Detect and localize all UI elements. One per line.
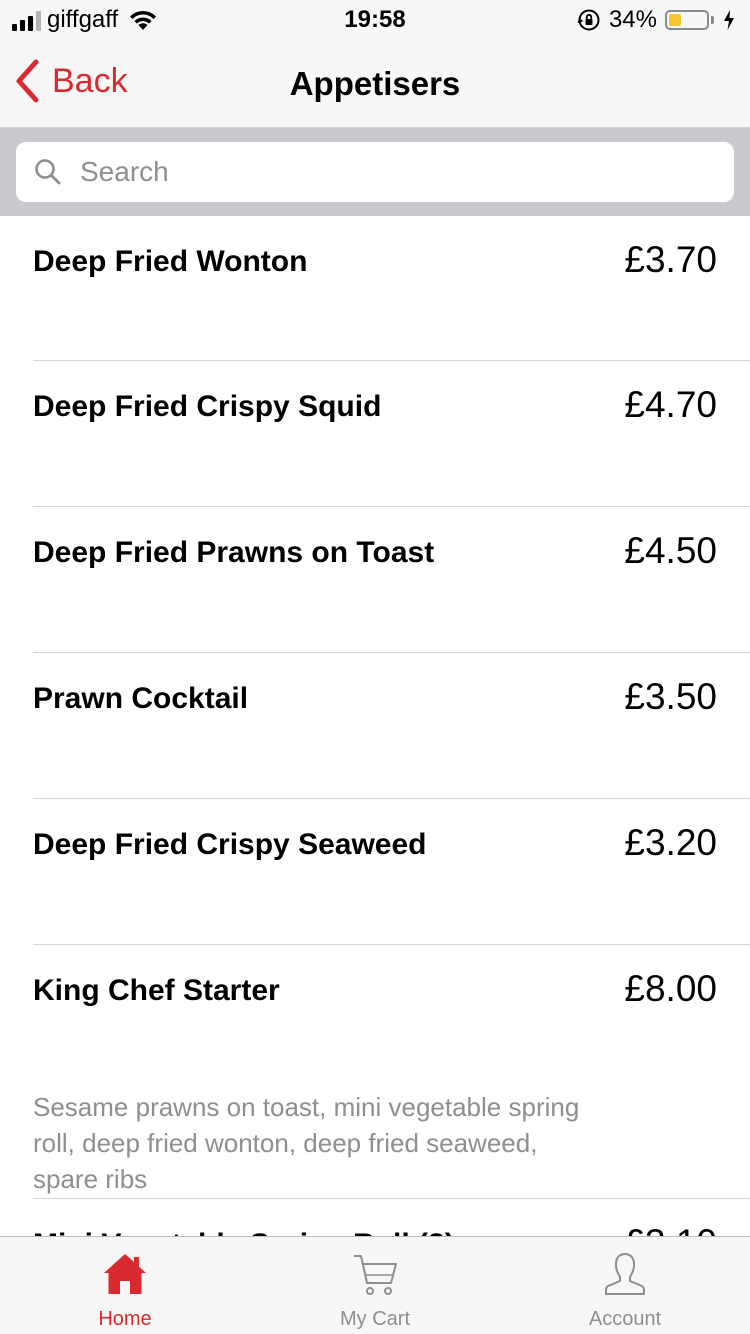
menu-item-list[interactable]: Deep Fried Wonton £3.70 Deep Fried Crisp…	[0, 216, 750, 1236]
item-name: King Chef Starter	[33, 974, 280, 1007]
tab-label: My Cart	[340, 1308, 410, 1330]
navigation-bar: Back Appetisers	[0, 40, 750, 128]
item-price: £3.10	[624, 1223, 717, 1237]
item-name: Prawn Cocktail	[33, 682, 249, 715]
item-name: Deep Fried Crispy Squid	[33, 390, 382, 423]
battery-level-fill	[669, 14, 681, 26]
item-price: £3.20	[624, 822, 717, 863]
menu-item[interactable]: Deep Fried Prawns on Toast £4.50	[0, 507, 750, 653]
item-name: Deep Fried Crispy Seaweed	[33, 828, 427, 861]
tab-label: Home	[98, 1308, 152, 1330]
account-icon	[605, 1253, 645, 1295]
search-icon	[35, 159, 61, 185]
tab-my-cart[interactable]: My Cart	[250, 1237, 500, 1334]
menu-item[interactable]: Deep Fried Wonton £3.70	[0, 216, 750, 361]
item-price: £8.00	[624, 968, 717, 1009]
tab-home[interactable]: Home	[0, 1237, 250, 1334]
tab-label: Account	[588, 1308, 662, 1330]
status-right: 34%	[577, 6, 736, 34]
item-name: Deep Fried Wonton	[33, 245, 308, 278]
item-price: £4.50	[624, 530, 717, 571]
rotation-lock-icon	[577, 9, 600, 31]
status-bar: giffgaff 19:58 34%	[0, 0, 750, 40]
item-description: Sesame prawns on toast, mini vegetable s…	[33, 1092, 580, 1194]
menu-item[interactable]: Deep Fried Crispy Squid £4.70	[0, 361, 750, 507]
home-icon	[104, 1254, 146, 1294]
tab-account[interactable]: Account	[500, 1237, 750, 1334]
menu-item[interactable]: Deep Fried Crispy Seaweed £3.20	[0, 799, 750, 945]
page-title: Appetisers	[289, 65, 461, 102]
menu-item[interactable]: King Chef Starter £8.00 Sesame prawns on…	[0, 945, 750, 1199]
item-price: £3.70	[624, 239, 717, 280]
item-price: £4.70	[624, 384, 717, 425]
menu-item[interactable]: Prawn Cocktail £3.50	[0, 653, 750, 799]
charging-icon	[724, 10, 734, 30]
battery-percent: 34%	[608, 6, 657, 33]
menu-item[interactable]: Mini Vegetable Spring Roll (8) £3.10	[0, 1199, 750, 1237]
search-box[interactable]	[16, 142, 734, 202]
item-name: Deep Fried Prawns on Toast	[33, 536, 435, 569]
item-price: £3.50	[624, 676, 717, 717]
item-name: Mini Vegetable Spring Roll (8)	[33, 1227, 455, 1236]
cart-icon	[354, 1255, 397, 1295]
search-input[interactable]	[78, 155, 682, 189]
search-bar-container	[0, 128, 750, 216]
battery-icon	[665, 10, 709, 30]
battery-cap	[711, 16, 714, 24]
tab-bar: Home My Cart Account	[0, 1236, 750, 1334]
